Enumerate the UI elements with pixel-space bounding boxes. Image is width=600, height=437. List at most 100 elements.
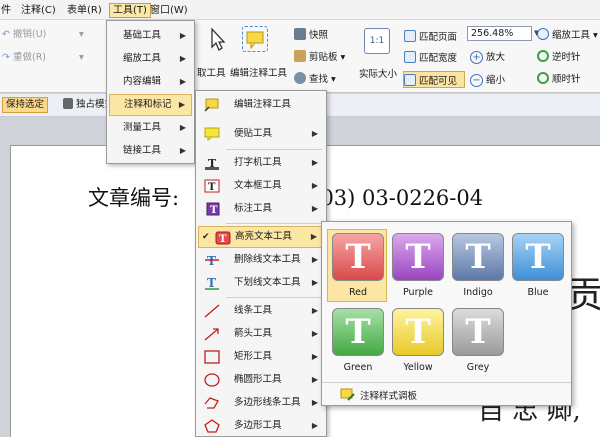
chevron-right-icon: ▶ [178,100,185,109]
doc-article-number-label: 文章编号: [88,186,180,210]
rotate-left-button[interactable]: 逆时针 [537,50,581,64]
menu-annotation[interactable]: 注释(C) [18,3,59,18]
keep-selected-button[interactable]: 保持选定 [2,97,49,113]
highlight-style-yellow[interactable]: T [392,308,444,356]
menu-tools[interactable]: 工具(T) [109,3,151,18]
actual-size-label[interactable]: 实际大小 [359,69,397,81]
chevron-right-icon: ▶ [311,278,318,287]
typewriter-icon: T [204,156,220,170]
highlight-style-purple[interactable]: T [392,233,444,281]
highlight-style-grey[interactable]: T [452,308,504,356]
zoom-tool-button[interactable]: 缩放工具 ▾ [537,28,598,42]
annot-item-sticky[interactable]: 便贴工具 ▶ [198,123,324,145]
polygon-icon [204,419,220,433]
menu-separator [226,297,322,298]
highlight-style-red[interactable]: T [332,233,384,281]
tools-menu-item-basic[interactable]: 基础工具 ▶ [109,25,192,47]
chevron-right-icon: ▶ [179,31,186,40]
rotate-right-icon [537,72,549,84]
annot-item-arrow[interactable]: 箭头工具 ▶ [198,323,324,345]
menu-separator [226,223,322,224]
zoom-out-icon: − [470,74,483,87]
zoom-in-button[interactable]: + 放大 [470,51,505,64]
tools-menu-item-link[interactable]: 链接工具 ▶ [109,140,192,162]
annot-item-textbox[interactable]: T 文本框工具 ▶ [198,175,324,197]
highlight-style-flyout: T Red T Purple T Indigo T Blue T Green T Yellow T Gre… [321,221,572,406]
edit-annotation-icon [204,98,220,112]
highlight-t-icon: T [525,237,551,277]
annot-item-line[interactable]: 线条工具 ▶ [198,300,324,322]
chevron-right-icon: ▶ [311,158,318,167]
annot-item-edit[interactable]: 编辑注释工具 [198,94,324,116]
svg-text:T: T [210,205,218,216]
tools-menu-item-annotation[interactable]: 注释和标记 ▶ [109,94,192,116]
undo-icon: ↶ [2,29,13,40]
redo-icon: ↷ [2,52,13,63]
snapshot-button[interactable]: 快照 [294,28,328,42]
highlight-t-icon: T [405,312,431,352]
highlight-style-blue[interactable]: T [512,233,564,281]
tools-menu-item-measure[interactable]: 测量工具 ▶ [109,117,192,139]
annot-item-polyline[interactable]: 多边形线条工具 ▶ [198,392,324,414]
annot-item-callout[interactable]: T 标注工具 ▶ [198,198,324,220]
select-cursor-icon[interactable] [204,26,230,52]
underline-icon: T [204,276,220,290]
edit-annotation-tool-label[interactable]: 编辑注释工具 [230,68,287,80]
binoculars-icon [294,72,306,84]
svg-text:T: T [207,276,216,290]
highlight-style-label: Indigo [463,287,493,298]
highlight-t-icon: T [345,312,371,352]
style-palette-row[interactable]: 注释样式调板 [322,382,571,405]
annot-item-underline[interactable]: T 下划线文本工具 ▶ [198,272,324,294]
annot-item-rectangle[interactable]: 矩形工具 ▶ [198,346,324,368]
fit-visible-button[interactable]: 匹配可见 [404,74,457,88]
clipboard-button[interactable]: 剪贴板 ▾ [294,50,345,64]
magnifier-icon [537,28,549,40]
polyline-icon [204,396,220,410]
annot-item-typewriter[interactable]: T 打字机工具 ▶ [198,152,324,174]
select-tool-label[interactable]: 取工具 [197,68,226,80]
annotation-submenu: 编辑注释工具 便贴工具 ▶ T 打字机工具 ▶ T 文本框工具 ▶ T 标注工具 ▶ ✔… [195,90,327,437]
highlight-t-icon: T [405,237,431,277]
undo-dropdown-icon[interactable]: ▾ [79,29,84,41]
chevron-right-icon: ▶ [179,146,186,155]
highlight-style-indigo[interactable]: T [452,233,504,281]
chevron-right-icon: ▶ [311,204,318,213]
chevron-right-icon: ▶ [311,329,318,338]
menu-window[interactable]: 窗口(W) [147,3,191,18]
edit-annotation-tool-icon[interactable] [242,26,268,52]
tools-menu-item-content-edit[interactable]: 内容编辑 ▶ [109,71,192,93]
clipboard-icon [294,50,306,62]
find-button[interactable]: 查找 ▾ [294,72,336,86]
actual-size-icon[interactable]: 1:1 [364,28,390,54]
chevron-right-icon: ▶ [311,181,318,190]
annot-item-ellipse[interactable]: 椭圆形工具 ▶ [198,369,324,391]
undo-button[interactable]: ↶ 撤销(U) [2,29,46,41]
redo-dropdown-icon[interactable]: ▾ [79,52,84,64]
fit-page-button[interactable]: 匹配页面 [404,30,457,44]
solo-mode-icon [63,98,73,109]
arrow-icon [204,327,220,341]
redo-button[interactable]: ↷ 重做(R) [2,52,46,64]
strikeout-icon: T [204,253,220,268]
menu-form[interactable]: 表单(R) [64,3,105,18]
annot-item-highlight[interactable]: ✔ T 高亮文本工具 ▶ [198,226,324,248]
highlight-style-green[interactable]: T [332,308,384,356]
fit-width-icon [404,51,416,63]
zoom-combobox[interactable]: 256.48% [467,26,532,41]
zoom-in-icon: + [470,51,483,64]
menu-file-partial[interactable]: 件 [0,3,14,18]
annot-item-polygon[interactable]: 多边形工具 ▶ [198,415,324,437]
chevron-right-icon: ▶ [311,421,318,430]
sticky-note-icon [204,127,220,141]
chevron-right-icon: ▶ [311,352,318,361]
highlight-text-icon: T [215,231,231,245]
zoom-out-button[interactable]: − 缩小 [470,74,505,87]
tools-menu-item-zoom[interactable]: 缩放工具 ▶ [109,48,192,70]
rectangle-icon [204,350,220,364]
annot-item-strikeout[interactable]: T 删除线文本工具▶ [198,249,324,271]
fit-width-button[interactable]: 匹配宽度 [404,51,457,65]
ellipse-icon [204,373,220,387]
rotate-right-button[interactable]: 顺时针 [537,72,581,86]
doc-article-number-value: 003) 03-0226-04 [307,186,484,210]
